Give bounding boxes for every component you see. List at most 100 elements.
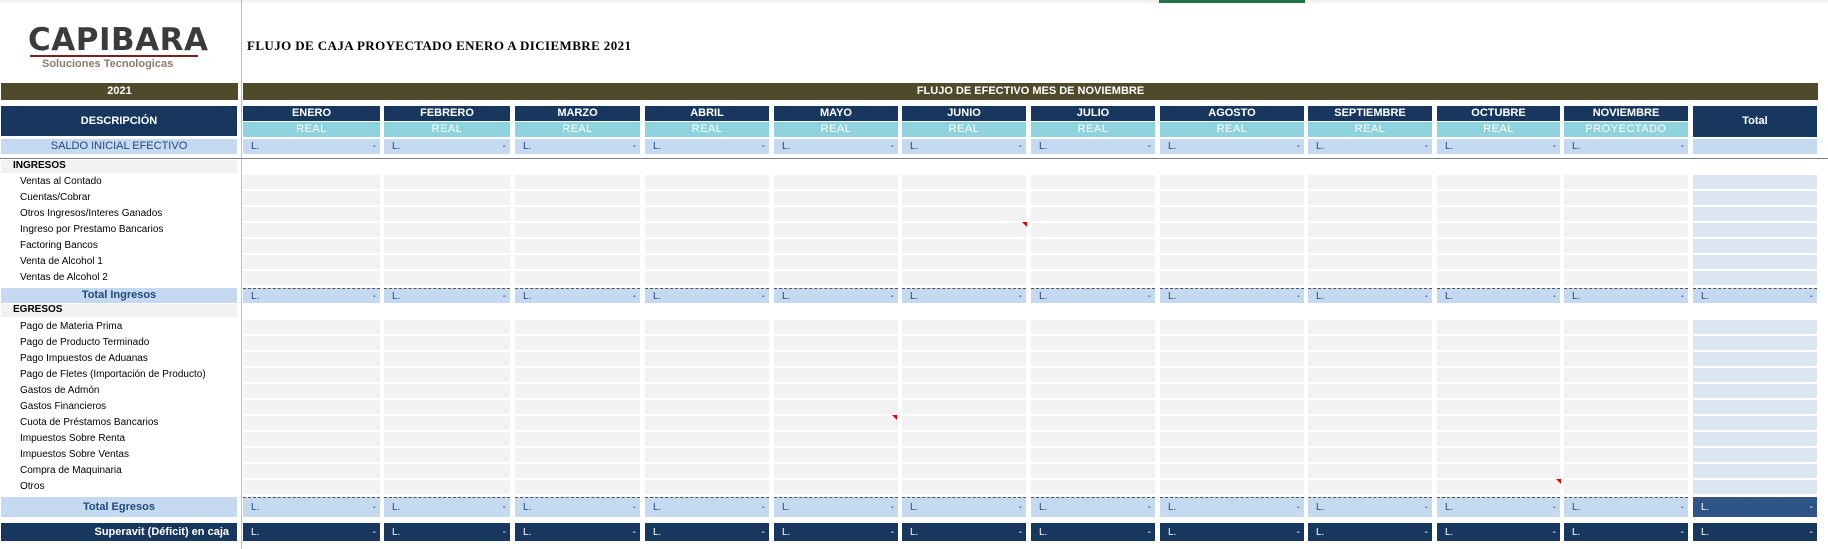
superavit-cell[interactable]: L. - — [384, 523, 510, 541]
egreso-row-label[interactable]: Pago de Materia Prima — [20, 320, 240, 334]
ingreso-row-label[interactable]: Ingreso por Prestamo Bancarios — [20, 223, 240, 237]
saldo-inicial-cell[interactable]: L. - — [515, 139, 640, 154]
egreso-row-label[interactable]: Pago de Fletes (Importación de Producto) — [20, 368, 240, 382]
egreso-cell[interactable] — [243, 320, 380, 334]
ingreso-cell[interactable] — [902, 207, 1026, 221]
egreso-cell[interactable] — [902, 336, 1026, 350]
ingreso-cell[interactable] — [1437, 191, 1560, 205]
egreso-cell[interactable] — [515, 464, 640, 478]
month-status-marzo[interactable]: REAL — [515, 122, 640, 137]
egreso-total-cell[interactable] — [1693, 480, 1817, 494]
egreso-cell[interactable] — [774, 448, 898, 462]
ingreso-cell[interactable] — [1031, 255, 1155, 269]
egreso-row-label[interactable]: Impuestos Sobre Ventas — [20, 448, 240, 462]
ingreso-cell[interactable] — [902, 255, 1026, 269]
ingreso-cell[interactable] — [1031, 239, 1155, 253]
saldo-inicial-cell[interactable]: L. - — [384, 139, 510, 154]
egreso-cell[interactable] — [1564, 448, 1688, 462]
egreso-cell[interactable] — [1308, 320, 1432, 334]
ingreso-cell[interactable] — [1437, 239, 1560, 253]
egreso-cell[interactable] — [774, 352, 898, 366]
total-egresos-cell[interactable]: L. - — [1308, 497, 1432, 517]
ingreso-cell[interactable] — [1308, 175, 1432, 189]
egreso-cell[interactable] — [774, 416, 898, 430]
egreso-cell[interactable] — [1160, 320, 1304, 334]
egreso-cell[interactable] — [902, 448, 1026, 462]
ingreso-cell[interactable] — [243, 191, 380, 205]
egreso-cell[interactable] — [902, 416, 1026, 430]
month-header-septiembre[interactable]: SEPTIEMBRE — [1308, 106, 1432, 121]
egreso-cell[interactable] — [902, 352, 1026, 366]
egreso-total-cell[interactable] — [1693, 320, 1817, 334]
egreso-cell[interactable] — [1437, 400, 1560, 414]
ingreso-row-label[interactable]: Venta de Alcohol 1 — [20, 255, 240, 269]
egreso-cell[interactable] — [645, 400, 769, 414]
ingreso-cell[interactable] — [1308, 271, 1432, 285]
superavit-total[interactable]: L. - — [1693, 523, 1817, 541]
egreso-cell[interactable] — [645, 336, 769, 350]
saldo-inicial-cell[interactable]: L. - — [1160, 139, 1304, 154]
egreso-cell[interactable] — [243, 352, 380, 366]
egreso-cell[interactable] — [774, 432, 898, 446]
ingreso-cell[interactable] — [774, 271, 898, 285]
ingreso-cell[interactable] — [515, 239, 640, 253]
egreso-cell[interactable] — [902, 464, 1026, 478]
egreso-cell[interactable] — [1308, 368, 1432, 382]
egreso-cell[interactable] — [1031, 416, 1155, 430]
ingreso-cell[interactable] — [774, 175, 898, 189]
ingreso-row-label[interactable]: Cuentas/Cobrar — [20, 191, 240, 205]
egreso-cell[interactable] — [1437, 464, 1560, 478]
egreso-cell[interactable] — [384, 432, 510, 446]
egreso-cell[interactable] — [1031, 480, 1155, 494]
month-header-junio[interactable]: JUNIO — [902, 106, 1026, 121]
superavit-cell[interactable]: L. - — [774, 523, 898, 541]
egreso-cell[interactable] — [1437, 432, 1560, 446]
comment-indicator-icon[interactable] — [1556, 479, 1561, 484]
egreso-cell[interactable] — [1031, 336, 1155, 350]
ingreso-cell[interactable] — [243, 175, 380, 189]
total-egresos-cell[interactable]: L. - — [1564, 497, 1688, 517]
egreso-cell[interactable] — [515, 384, 640, 398]
total-ingresos-cell[interactable]: L. - — [1031, 288, 1155, 303]
egreso-cell[interactable] — [902, 368, 1026, 382]
egreso-row-label[interactable]: Compra de Maquinaria — [20, 464, 240, 478]
total-ingresos-cell[interactable]: L. - — [1564, 288, 1688, 303]
ingreso-cell[interactable] — [243, 223, 380, 237]
egreso-cell[interactable] — [1437, 416, 1560, 430]
ingreso-cell[interactable] — [1031, 175, 1155, 189]
total-egresos-cell[interactable]: L. - — [243, 497, 380, 517]
egreso-row-label[interactable]: Pago de Producto Terminado — [20, 336, 240, 350]
superavit-cell[interactable]: L. - — [243, 523, 380, 541]
egreso-cell[interactable] — [1437, 352, 1560, 366]
ingreso-cell[interactable] — [384, 175, 510, 189]
month-header-julio[interactable]: JULIO — [1031, 106, 1155, 121]
egreso-cell[interactable] — [902, 320, 1026, 334]
ingreso-total-cell[interactable] — [1693, 271, 1817, 285]
egreso-cell[interactable] — [243, 384, 380, 398]
ingreso-cell[interactable] — [515, 191, 640, 205]
egreso-cell[interactable] — [1308, 432, 1432, 446]
ingreso-cell[interactable] — [515, 223, 640, 237]
saldo-inicial-cell[interactable]: L. - — [902, 139, 1026, 154]
ingreso-cell[interactable] — [1437, 223, 1560, 237]
egreso-cell[interactable] — [1031, 464, 1155, 478]
egreso-cell[interactable] — [1160, 416, 1304, 430]
egreso-cell[interactable] — [1564, 368, 1688, 382]
egreso-cell[interactable] — [515, 448, 640, 462]
saldo-inicial-cell[interactable]: L. - — [1031, 139, 1155, 154]
ingreso-cell[interactable] — [902, 191, 1026, 205]
egreso-cell[interactable] — [1160, 368, 1304, 382]
egreso-cell[interactable] — [645, 352, 769, 366]
month-status-septiembre[interactable]: REAL — [1308, 122, 1432, 137]
ingreso-cell[interactable] — [774, 207, 898, 221]
total-ingresos-label[interactable]: Total Ingresos — [1, 288, 237, 303]
ingreso-cell[interactable] — [384, 207, 510, 221]
egreso-row-label[interactable]: Gastos de Admón — [20, 384, 240, 398]
banner[interactable]: FLUJO DE EFECTIVO MES DE NOVIEMBRE — [243, 83, 1818, 100]
ingresos-header[interactable]: INGRESOS — [1, 160, 237, 173]
month-status-junio[interactable]: REAL — [902, 122, 1026, 137]
saldo-inicial-cell[interactable]: L. - — [645, 139, 769, 154]
month-status-febrero[interactable]: REAL — [384, 122, 510, 137]
month-status-octubre[interactable]: REAL — [1437, 122, 1560, 137]
egreso-cell[interactable] — [1564, 352, 1688, 366]
